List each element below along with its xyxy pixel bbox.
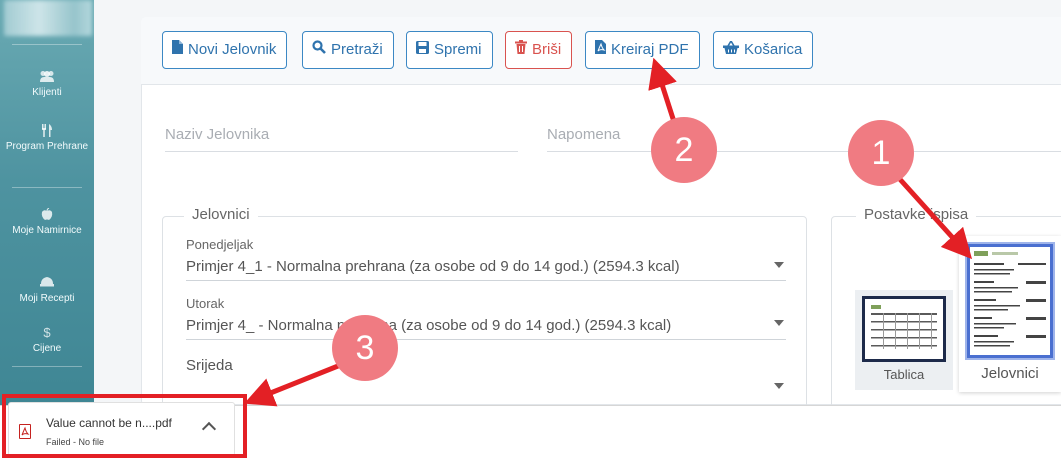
- screenshot-root: Klijenti Program Prehrane Moje Namirnice…: [0, 0, 1061, 459]
- annotation-marker-3: 3: [332, 315, 398, 381]
- annotation-marker-1: 1: [848, 120, 914, 186]
- arrow-1: [895, 174, 973, 260]
- annotation-marker-2: 2: [651, 117, 717, 183]
- arrow-3: [244, 359, 349, 407]
- annotation-arrows: [244, 57, 973, 407]
